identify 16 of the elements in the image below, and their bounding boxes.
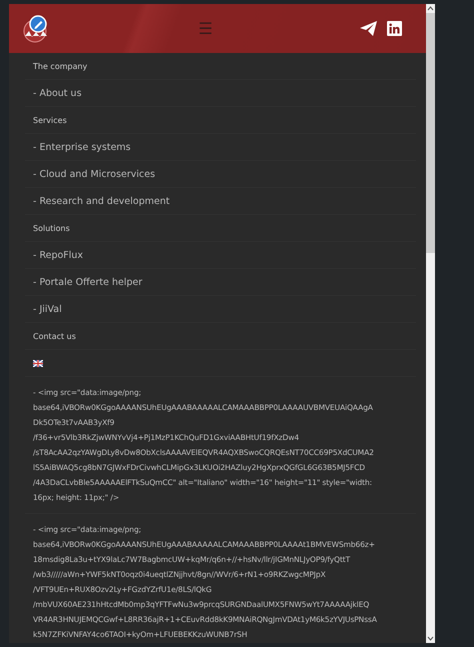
menu-link[interactable]: - Research and development (33, 196, 170, 206)
menu-heading: Contact us (33, 332, 76, 340)
menu-link[interactable]: - Enterprise systems (33, 142, 131, 152)
menu-heading: The company (33, 62, 88, 70)
scroll-down-icon[interactable] (426, 634, 435, 643)
linkedin-icon[interactable] (387, 21, 402, 36)
menu-heading: Solutions (33, 224, 70, 232)
scroll-up-icon[interactable] (426, 4, 435, 13)
paper-plane-icon[interactable] (360, 21, 377, 36)
uk-flag-icon[interactable] (33, 360, 43, 366)
menu-link[interactable]: - Portale Offerte helper (33, 276, 142, 288)
menu-link[interactable]: - RepoFlux (33, 250, 84, 260)
menu-link[interactable]: - Cloud and Microservices (33, 168, 156, 180)
menu-heading: Services (33, 116, 67, 124)
menu-link[interactable]: - JiiVal (33, 304, 62, 314)
menu-link[interactable]: - About us (33, 88, 82, 98)
